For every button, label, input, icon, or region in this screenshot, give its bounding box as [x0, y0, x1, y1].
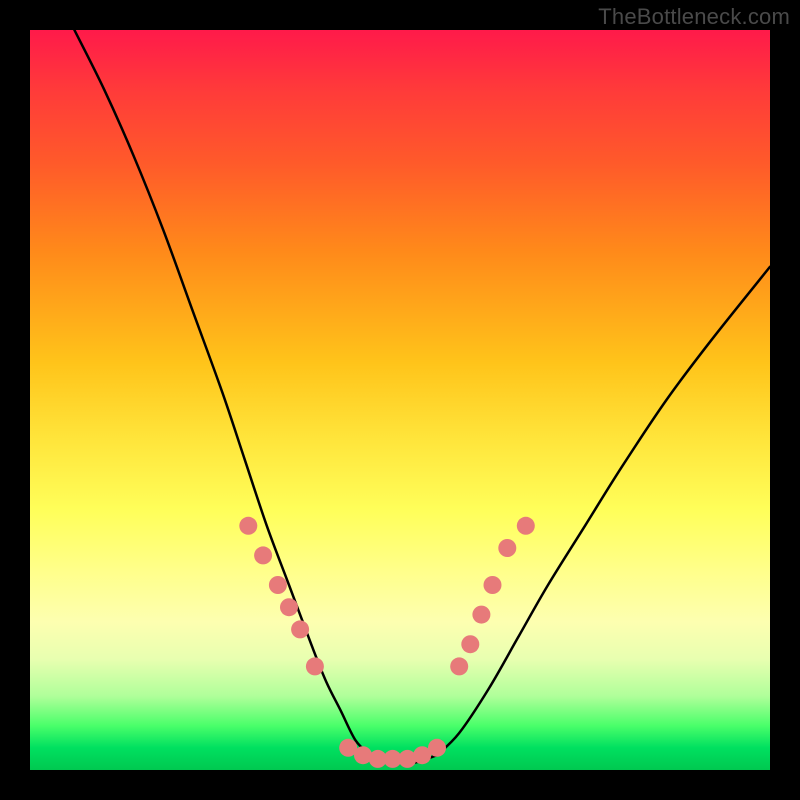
data-marker [428, 739, 446, 757]
data-marker [291, 620, 309, 638]
data-marker [280, 598, 298, 616]
watermark-text: TheBottleneck.com [598, 4, 790, 30]
data-marker [254, 546, 272, 564]
data-marker [269, 576, 287, 594]
data-marker [306, 657, 324, 675]
curve-overlay [30, 30, 770, 770]
data-marker [517, 517, 535, 535]
marker-group [239, 517, 535, 768]
chart-frame: TheBottleneck.com [0, 0, 800, 800]
data-marker [239, 517, 257, 535]
gradient-plot-area [30, 30, 770, 770]
curve-left-curve [74, 30, 370, 755]
data-marker [484, 576, 502, 594]
curve-right-curve [437, 267, 770, 755]
data-marker [461, 635, 479, 653]
data-marker [498, 539, 516, 557]
line-group [74, 30, 770, 763]
data-marker [472, 606, 490, 624]
data-marker [450, 657, 468, 675]
